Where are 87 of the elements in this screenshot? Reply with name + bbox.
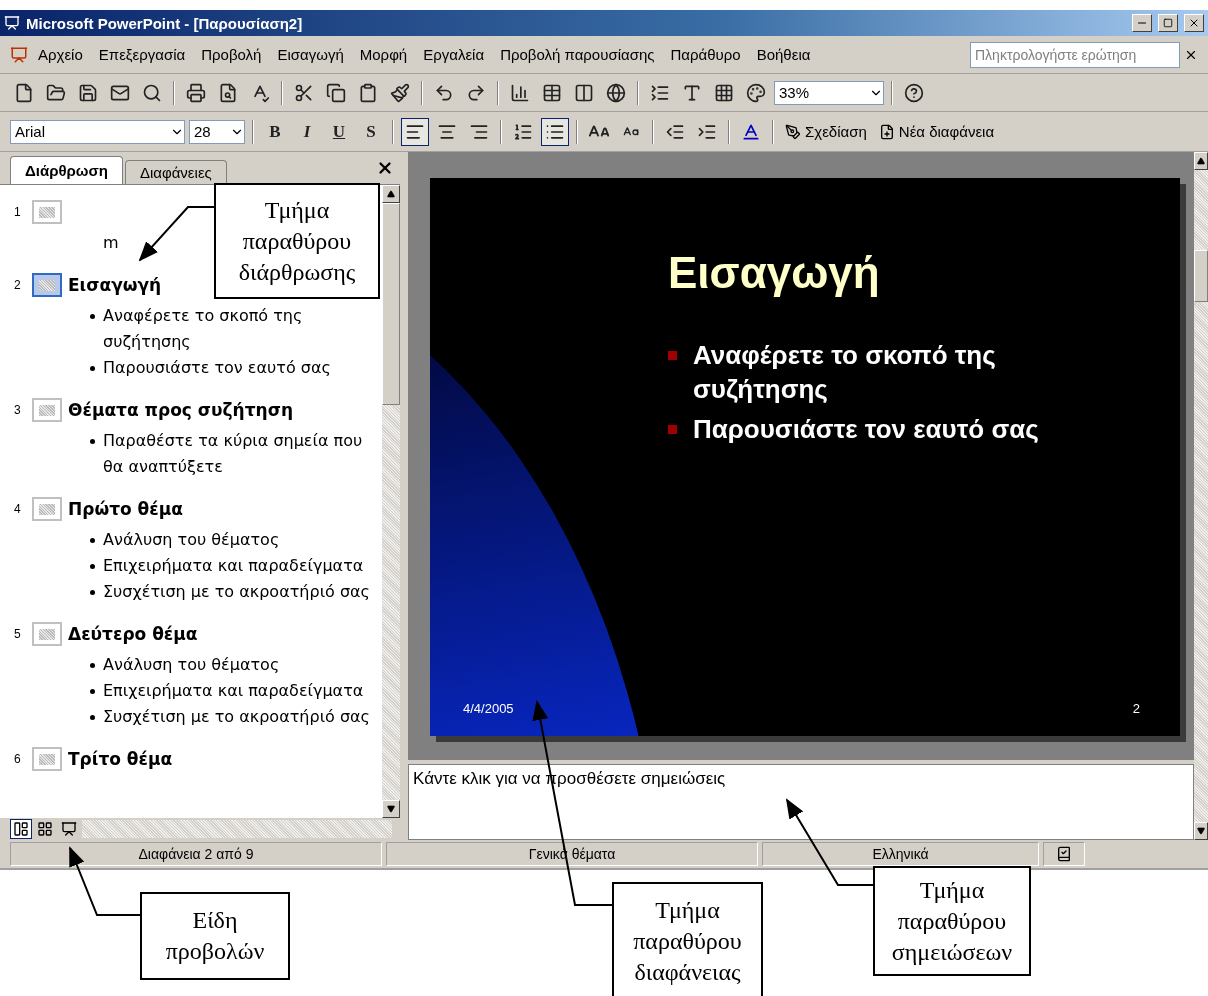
bullet-icon [90,715,95,720]
outline-text: Ανάλυση του θέματος [103,654,280,676]
bullet-icon [90,366,95,371]
outline-text: Επιχειρήματα και παραδείγματα [103,680,364,702]
outline-slide-title: Τρίτο θέμα [68,749,173,769]
slide-number: 3 [14,403,22,417]
slide-icon[interactable] [32,273,62,297]
callout-label: Τμήμα παραθύρου διάρθρωσης [214,183,380,299]
scrollbar[interactable] [1194,152,1208,840]
design-button[interactable]: Σχεδίαση [781,121,871,142]
restore-icon[interactable] [1163,18,1173,28]
menu-item[interactable]: Προβολή παρουσίασης [494,44,661,65]
outline-text: Παραθέστε τα κύρια σημεία που θα αναπτύξετε [103,430,364,478]
bullet-icon [90,314,95,319]
horizontal-scrollbar[interactable] [82,820,392,838]
bullet-icon [90,564,95,569]
status-text: Ελληνικά [762,842,1039,866]
callout-label: Είδη προβολών [140,892,290,980]
pane-tab[interactable]: Διαφάνειες [124,160,227,184]
scroll-down-icon[interactable] [1197,827,1205,835]
close-icon[interactable] [1188,17,1200,29]
slide-bullet-text: Παρουσιάστε τον εαυτό σας [693,413,1039,446]
text-style-button[interactable]: B [261,117,289,146]
bullet-icon [90,663,95,668]
callout-label: Τμήμα παραθύρου σημειώσεων [873,866,1031,976]
text-style-button[interactable]: U [325,117,353,146]
leader-arrow [69,846,141,916]
outline-slide-title: Εισαγωγή [68,275,162,295]
outline-text: Ανάλυση του θέματος [103,529,280,551]
slide-date: 4/4/2005 [463,701,514,716]
menu-item[interactable]: Εργαλεία [417,44,491,65]
pane-tab[interactable]: Διάρθρωση [10,156,123,184]
slide-bullet-text: Αναφέρετε το σκοπό της συζήτησης [693,339,997,406]
pen-icon[interactable] [785,123,801,140]
slide-title: Εισαγωγή [668,248,881,298]
menu-item[interactable]: Προβολή [195,44,268,65]
menu-item[interactable]: Βοήθεια [750,44,817,65]
font-size-combo[interactable]: 28 [189,119,245,144]
outline-slide-title: Θέματα προς συζήτηση [68,400,293,420]
outline-text: Παρουσιάστε τον εαυτό σας [103,357,331,379]
menu-item[interactable]: Εισαγωγή [271,44,350,65]
app-icon [4,15,20,31]
slide-number: 4 [14,502,22,516]
text-style-button[interactable]: I [293,117,321,146]
outline-text: Αναφέρετε το σκοπό της συζήτησης [103,305,304,353]
question-field[interactable]: Πληκτρολογήστε ερώτηση [970,41,1180,68]
scrollbar[interactable] [382,185,400,818]
callout-label: Τμήμα παραθύρου διαφάνειας [612,882,763,996]
close-button[interactable] [1184,14,1204,32]
bullet-icon [90,689,95,694]
slide-number: 2 [1132,701,1140,716]
outline-text: m [103,232,119,254]
bullet-icon [90,538,95,543]
restore-button[interactable] [1158,14,1178,32]
zoom-combo[interactable]: 33% [774,80,884,105]
new-slide-icon[interactable] [878,123,895,140]
outline-text: Συσχέτιση με το ακροατήριό σας [103,706,370,728]
text-style-button[interactable]: S [357,117,385,146]
document-icon [10,45,28,64]
menu-item[interactable]: Επεξεργασία [92,44,192,65]
scroll-up-icon[interactable] [1197,157,1205,165]
bullet-icon [668,351,677,360]
minimize-button[interactable] [1132,14,1152,32]
outline-slide-title: Δεύτερο θέμα [68,624,198,644]
slide-number: 6 [14,752,22,766]
book-check-icon [1056,846,1072,862]
scroll-thumb[interactable] [1194,250,1208,302]
scroll-down-icon[interactable] [387,805,395,813]
bullet-icon [90,590,95,595]
slide-number: 5 [14,627,22,641]
outline-text: Συσχέτιση με το ακροατήριό σας [103,581,370,603]
font-combo[interactable]: Arial [10,119,185,144]
scroll-thumb[interactable] [382,203,400,405]
new-slide-button[interactable]: Νέα διαφάνεια [874,121,999,142]
menu-item[interactable]: Αρχείο [32,44,89,65]
menu-item[interactable]: Μορφή [353,44,414,65]
scroll-up-icon[interactable] [387,190,395,198]
outline-slide-title: Πρώτο θέμα [68,499,183,519]
menu-item[interactable]: Παράθυρο [664,44,747,65]
close-button[interactable] [376,159,394,177]
bullet-icon [90,439,95,444]
slide-number: 1 [14,205,22,219]
bullet-icon [668,425,677,434]
window-title: Microsoft PowerPoint - [Παρουσίαση2] [26,14,304,32]
outline-text: Επιχειρήματα και παραδείγματα [103,555,364,577]
slide-number: 2 [14,278,22,292]
status-text: Διαφάνεια 2 από 9 [10,842,382,866]
